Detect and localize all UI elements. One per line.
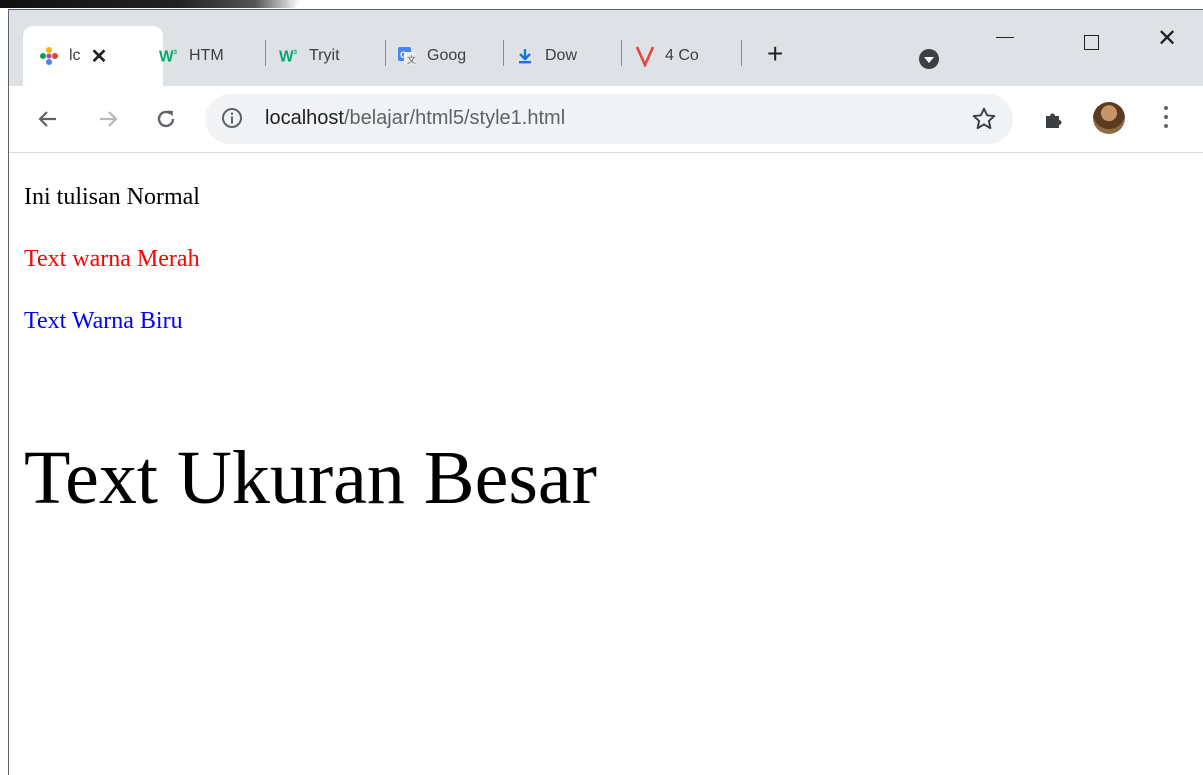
svg-text:3: 3 (174, 49, 178, 56)
url-host: localhost (265, 107, 344, 129)
text-red: Text warna Merah (24, 246, 200, 272)
localhost-favicon-icon (39, 46, 59, 66)
tab-title: HTM (189, 47, 224, 64)
puzzle-icon (1046, 113, 1062, 128)
tab-4-co[interactable]: 4 Co (635, 26, 739, 86)
background-image-fragment (0, 0, 300, 8)
address-bar[interactable]: localhost/belajar/html5/style1.html (205, 94, 1013, 144)
minimize-icon (996, 36, 1014, 38)
browser-toolbar: localhost/belajar/html5/style1.html (9, 86, 1203, 153)
tab-title: Dow (545, 47, 578, 64)
tab-separator (741, 40, 742, 66)
reload-button[interactable] (151, 104, 181, 134)
svg-text:W: W (279, 48, 294, 65)
avatar[interactable] (1093, 102, 1125, 134)
more-menu-icon[interactable] (1163, 106, 1169, 132)
tab-html[interactable]: W3 HTM (159, 26, 263, 86)
text-normal: Ini tulisan Normal (24, 184, 200, 210)
v-logo-icon (635, 46, 655, 67)
w3schools-icon: W3 (279, 46, 299, 66)
svg-text:文: 文 (407, 54, 416, 65)
back-button[interactable] (33, 104, 63, 134)
tab-separator (265, 40, 266, 66)
url-text[interactable]: localhost/belajar/html5/style1.html (265, 107, 565, 130)
browser-window: lc ✕ W3 HTM W3 Tryit G文 Goog Dow 4 Co + … (8, 9, 1203, 775)
close-tab-icon[interactable]: ✕ (91, 44, 108, 69)
tab-download[interactable]: Dow (515, 26, 619, 86)
svg-text:W: W (159, 48, 174, 65)
arrow-right-icon (100, 111, 118, 127)
tab-title: 4 Co (665, 47, 699, 64)
tab-separator (503, 40, 504, 66)
svg-text:3: 3 (294, 49, 298, 56)
text-blue: Text Warna Biru (24, 308, 183, 334)
page-content: Ini tulisan Normal Text warna Merah Text… (9, 153, 1203, 775)
new-tab-button[interactable]: + (767, 40, 783, 68)
tab-title: lc (69, 47, 81, 64)
maximize-icon (1083, 34, 1099, 50)
close-icon: ✕ (1156, 24, 1178, 52)
tab-tryit[interactable]: W3 Tryit (279, 26, 383, 86)
tab-active[interactable]: lc ✕ (23, 26, 163, 86)
tab-google-translate[interactable]: G文 Goog (397, 26, 501, 86)
maximize-button[interactable] (1061, 24, 1121, 64)
close-window-button[interactable]: ✕ (1137, 24, 1197, 64)
tab-strip: lc ✕ W3 HTM W3 Tryit G文 Goog Dow 4 Co + … (9, 10, 1203, 86)
reload-icon (157, 110, 175, 128)
extensions-button[interactable] (1039, 104, 1069, 134)
tab-title: Tryit (309, 47, 340, 64)
google-translate-icon: G文 (397, 46, 417, 66)
text-large: Text Ukuran Besar (24, 436, 597, 520)
tab-separator (385, 40, 386, 66)
arrow-left-icon (38, 111, 56, 127)
forward-button[interactable] (93, 104, 123, 134)
tab-title: Goog (427, 47, 467, 64)
tab-separator (621, 40, 622, 66)
download-icon (515, 46, 535, 66)
w3schools-icon: W3 (159, 46, 179, 66)
svg-text:G: G (400, 50, 407, 60)
tab-search-icon[interactable] (919, 49, 939, 69)
minimize-button[interactable] (975, 24, 1035, 64)
info-icon[interactable] (221, 107, 243, 129)
bookmark-star-icon[interactable] (971, 106, 997, 132)
url-path: /belajar/html5/style1.html (343, 107, 566, 129)
